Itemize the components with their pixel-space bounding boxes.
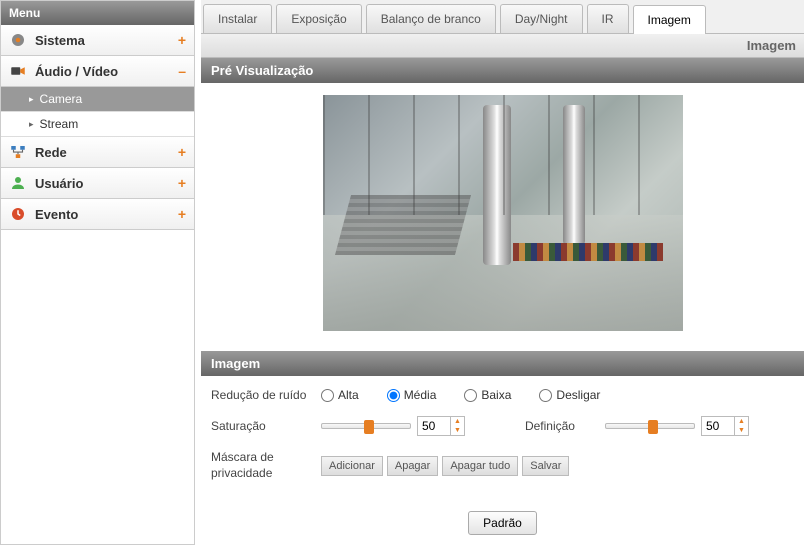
bell-icon xyxy=(9,205,27,223)
privacy-mask-label: Máscara de privacidade xyxy=(211,450,321,481)
radio-alta[interactable] xyxy=(321,389,334,402)
menu-label: Evento xyxy=(35,207,178,222)
spinner-down-icon[interactable]: ▼ xyxy=(451,426,464,435)
expand-icon: + xyxy=(178,32,186,48)
menu-label: Usuário xyxy=(35,176,178,191)
camera-preview xyxy=(323,95,683,331)
saturation-slider[interactable] xyxy=(321,423,411,429)
sidebar-item-audio-video[interactable]: Áudio / Vídeo – xyxy=(1,56,194,87)
menu-label: Áudio / Vídeo xyxy=(35,64,178,79)
spinner-down-icon[interactable]: ▼ xyxy=(735,426,748,435)
radio-baixa[interactable] xyxy=(464,389,477,402)
tab-instalar[interactable]: Instalar xyxy=(203,4,272,33)
section-preview-header: Pré Visualização xyxy=(201,58,804,83)
gear-icon xyxy=(9,31,27,49)
sidebar-subitem-camera[interactable]: ▸ Camera xyxy=(1,87,194,112)
noise-option-baixa[interactable]: Baixa xyxy=(464,388,511,402)
tab-exposicao[interactable]: Exposição xyxy=(276,4,361,33)
spinner-up-icon[interactable]: ▲ xyxy=(735,417,748,426)
noise-reduction-label: Redução de ruído xyxy=(211,388,321,402)
expand-icon: + xyxy=(178,206,186,222)
network-icon xyxy=(9,143,27,161)
spinner-up-icon[interactable]: ▲ xyxy=(451,417,464,426)
submenu-label: Camera xyxy=(40,92,83,106)
saturation-sharpness-row: Saturação ▲ ▼ D xyxy=(211,416,794,436)
section-image-header: Imagem xyxy=(201,351,804,376)
default-button[interactable]: Padrão xyxy=(468,511,537,535)
chevron-right-icon: ▸ xyxy=(29,94,34,105)
chevron-right-icon: ▸ xyxy=(29,119,34,130)
delete-all-button[interactable]: Apagar tudo xyxy=(442,456,518,476)
submenu-label: Stream xyxy=(40,117,79,131)
expand-icon: + xyxy=(178,144,186,160)
sidebar: Menu Sistema + Áudio / Vídeo – ▸ Camera … xyxy=(0,0,195,545)
camera-icon xyxy=(9,62,27,80)
collapse-icon: – xyxy=(178,63,186,79)
tab-ir[interactable]: IR xyxy=(587,4,629,33)
slider-handle[interactable] xyxy=(364,420,374,434)
saturation-label: Saturação xyxy=(211,419,321,433)
menu-header: Menu xyxy=(1,1,194,25)
main-content: Instalar Exposição Balanço de branco Day… xyxy=(201,0,804,545)
sidebar-item-evento[interactable]: Evento + xyxy=(1,199,194,230)
slider-handle[interactable] xyxy=(648,420,658,434)
tab-day-night[interactable]: Day/Night xyxy=(500,4,583,33)
breadcrumb: Imagem xyxy=(201,34,804,58)
save-button[interactable]: Salvar xyxy=(522,456,569,476)
preview-area xyxy=(201,83,804,351)
saturation-spinner[interactable]: ▲ ▼ xyxy=(417,416,465,436)
tab-balanco-branco[interactable]: Balanço de branco xyxy=(366,4,496,33)
add-button[interactable]: Adicionar xyxy=(321,456,383,476)
sharpness-label: Definição xyxy=(525,419,575,433)
saturation-input[interactable] xyxy=(418,417,450,435)
sidebar-item-sistema[interactable]: Sistema + xyxy=(1,25,194,56)
privacy-mask-row: Máscara de privacidade Adicionar Apagar … xyxy=(211,450,794,481)
delete-button[interactable]: Apagar xyxy=(387,456,438,476)
radio-media[interactable] xyxy=(387,389,400,402)
menu-label: Sistema xyxy=(35,33,178,48)
expand-icon: + xyxy=(178,175,186,191)
tab-bar: Instalar Exposição Balanço de branco Day… xyxy=(201,0,804,34)
noise-option-desligar[interactable]: Desligar xyxy=(539,388,600,402)
user-icon xyxy=(9,174,27,192)
sharpness-input[interactable] xyxy=(702,417,734,435)
noise-reduction-row: Redução de ruído Alta Média Baixa xyxy=(211,388,794,402)
noise-option-media[interactable]: Média xyxy=(387,388,437,402)
sidebar-item-rede[interactable]: Rede + xyxy=(1,137,194,168)
tab-imagem[interactable]: Imagem xyxy=(633,5,706,34)
sidebar-subitem-stream[interactable]: ▸ Stream xyxy=(1,112,194,137)
noise-option-alta[interactable]: Alta xyxy=(321,388,359,402)
sharpness-spinner[interactable]: ▲ ▼ xyxy=(701,416,749,436)
sidebar-item-usuario[interactable]: Usuário + xyxy=(1,168,194,199)
sharpness-slider[interactable] xyxy=(605,423,695,429)
menu-label: Rede xyxy=(35,145,178,160)
radio-desligar[interactable] xyxy=(539,389,552,402)
